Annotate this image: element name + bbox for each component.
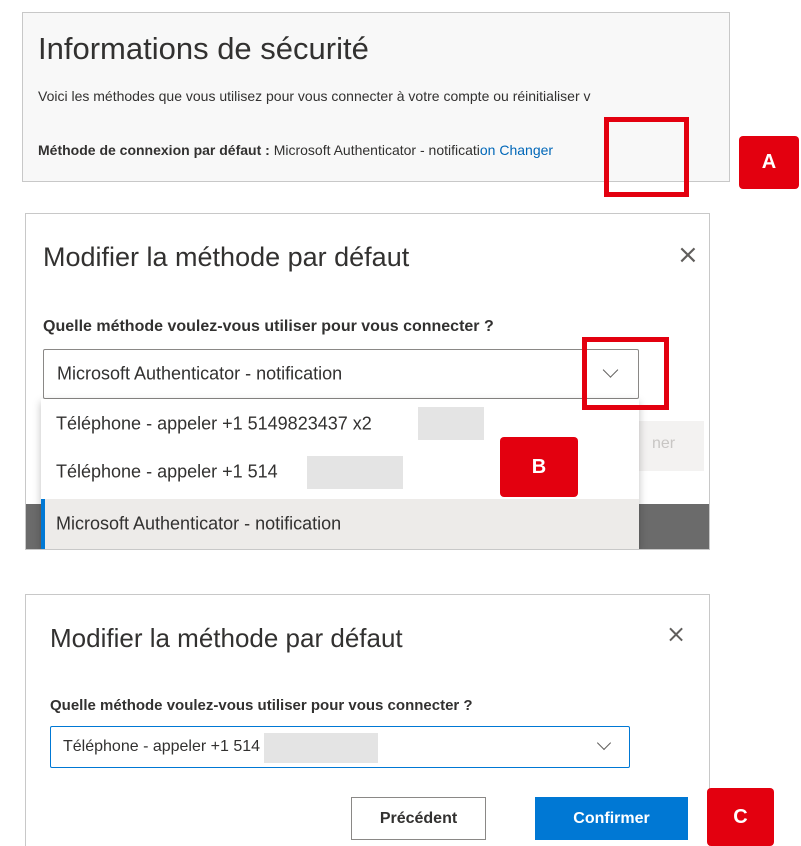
annotation-tag-a: A	[739, 136, 799, 189]
redacted-block	[264, 733, 378, 763]
dialog-title: Modifier la méthode par défaut	[50, 623, 403, 653]
close-icon[interactable]: ×	[666, 622, 686, 646]
method-select[interactable]: Microsoft Authenticator - notification	[43, 349, 639, 399]
default-method-row: Méthode de connexion par défaut : Micros…	[38, 142, 553, 158]
page-title: Informations de sécurité	[38, 31, 369, 66]
annotation-tag-b: B	[500, 437, 578, 497]
close-icon[interactable]: ×	[677, 242, 699, 268]
dropdown-option-authenticator[interactable]: Microsoft Authenticator - notification	[41, 499, 639, 549]
method-question: Quelle méthode voulez-vous utiliser pour…	[50, 697, 473, 714]
change-link[interactable]: on Changer	[480, 142, 553, 158]
option-label: Téléphone - appeler +1 5149823437 x2	[56, 413, 372, 434]
method-select-value: Microsoft Authenticator - notification	[57, 363, 343, 384]
method-question: Quelle méthode voulez-vous utiliser pour…	[43, 318, 494, 335]
option-label: Téléphone - appeler +1 514	[56, 461, 278, 482]
confirm-button[interactable]: Confirmer	[535, 797, 688, 840]
page-description: Voici les méthodes que vous utilisez pou…	[38, 88, 591, 104]
default-method-label: Méthode de connexion par défaut :	[38, 142, 270, 158]
obscured-button-label: ner	[652, 435, 676, 452]
option-label: Microsoft Authenticator - notification	[56, 513, 342, 534]
default-method-value: Microsoft Authenticator - notificati	[273, 142, 480, 158]
redacted-block	[418, 407, 484, 440]
selected-indicator	[41, 499, 45, 549]
change-method-dialog-confirm: Modifier la méthode par défaut × Quelle …	[25, 594, 710, 846]
highlight-box-b	[582, 337, 669, 410]
dialog-title: Modifier la méthode par défaut	[43, 242, 410, 272]
method-select[interactable]: Téléphone - appeler +1 514	[50, 726, 630, 768]
redacted-block	[307, 456, 403, 489]
highlight-box-a	[604, 117, 689, 197]
chevron-down-icon[interactable]	[596, 735, 612, 751]
previous-button[interactable]: Précédent	[351, 797, 486, 840]
annotation-tag-c: C	[707, 788, 774, 846]
method-select-value: Téléphone - appeler +1 514	[63, 738, 261, 755]
